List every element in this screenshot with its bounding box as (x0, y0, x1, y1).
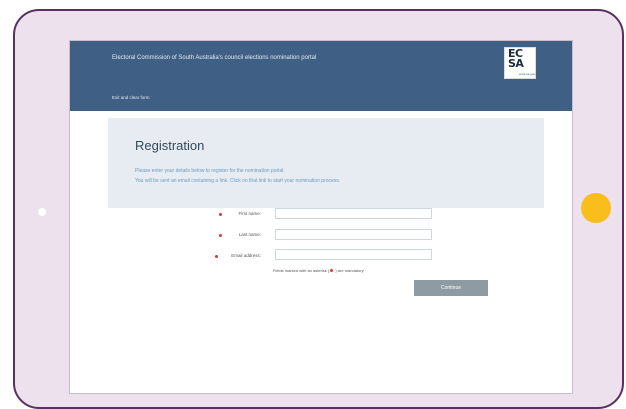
exit-clear-form-link[interactable]: Exit and clear form (112, 95, 150, 100)
page-title: Registration (135, 138, 205, 153)
mandatory-note-before: Fields marked with an asterisk ( (273, 268, 330, 273)
email-label: Email address: (231, 253, 261, 258)
first-name-label: First name: (238, 211, 261, 216)
logo-text: EC SA (508, 47, 524, 70)
email-input[interactable] (275, 249, 432, 260)
last-name-input[interactable] (275, 229, 432, 240)
registration-panel: Registration Please enter your details b… (108, 118, 544, 208)
registration-instructions-line1: Please enter your details below to regis… (135, 168, 285, 174)
required-asterisk (330, 269, 334, 272)
ecsa-logo: EC SA ecsa.sa.gov.au (504, 47, 539, 79)
mandatory-note-after: ) are mandatory. (334, 268, 365, 273)
first-name-input[interactable] (275, 208, 432, 219)
mandatory-note: Fields marked with an asterisk ( ) are m… (273, 268, 364, 273)
last-name-label: Last name: (238, 232, 261, 237)
continue-button[interactable]: Continue (414, 280, 488, 296)
portal-title: Electoral Commission of South Australia'… (112, 55, 317, 61)
registration-instructions-line2: You will be sent an email containing a l… (135, 178, 341, 184)
camera-dot (38, 208, 46, 216)
home-button[interactable] (581, 193, 611, 223)
portal-header: Electoral Commission of South Australia'… (70, 41, 572, 111)
logo-subtext: ecsa.sa.gov.au (519, 72, 539, 76)
